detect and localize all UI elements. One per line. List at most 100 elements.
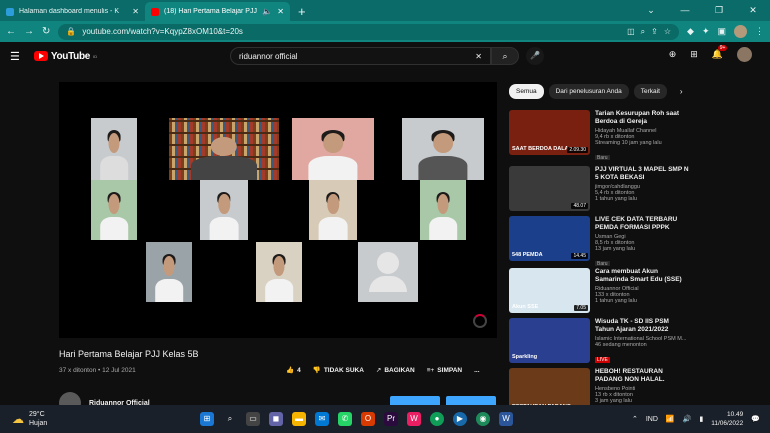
notifications-bell-icon[interactable]: 🔔 9+: [712, 45, 728, 60]
search-icon[interactable]: ⌕: [223, 412, 237, 426]
menu-kebab-icon[interactable]: ⋮: [755, 26, 764, 37]
speaker-icon[interactable]: 🔈: [262, 7, 272, 16]
upload-date: 12 Jul 2021: [102, 367, 136, 374]
recommendation-item[interactable]: 548 PEMDA 14.45 LIVE CEK DATA TERBARU PE…: [509, 216, 689, 266]
video-thumbnail[interactable]: SAAT BERDOA DALA 2.09.30: [509, 110, 590, 155]
like-button[interactable]: 👍 4: [286, 366, 301, 374]
task-view-icon[interactable]: ▭: [246, 412, 260, 426]
close-tab-icon[interactable]: ✕: [277, 7, 284, 16]
sidebar-icon[interactable]: ▣: [717, 26, 726, 37]
filter-chips: Semua Dari penelusuran Anda Terkait ›: [509, 84, 683, 99]
like-count: 4: [297, 367, 301, 374]
zoom-icon[interactable]: ⌕: [641, 27, 645, 37]
participant-tile: [169, 118, 279, 180]
recommendation-item[interactable]: SAAT BERDOA DALA 2.09.30 Tarian Kesurupa…: [509, 110, 689, 160]
chat-icon[interactable]: ◼: [269, 412, 283, 426]
recommendation-title[interactable]: LIVE CEK DATA TERBARU PEMDA FORMASI PPPK…: [595, 216, 689, 232]
battery-icon[interactable]: ▮: [699, 415, 703, 423]
save-button[interactable]: ≡+ SIMPAN: [427, 367, 462, 374]
extension-icon[interactable]: ◆: [687, 26, 694, 37]
bookmark-star-icon[interactable]: ☆: [664, 27, 671, 36]
minimize-icon[interactable]: —: [668, 5, 702, 15]
tab-title: (18) Hari Pertama Belajar PJJ: [164, 8, 257, 15]
back-icon[interactable]: ←: [6, 26, 16, 37]
youtube-logo[interactable]: YouTube ID: [33, 51, 98, 62]
recommendation-extra: 3 jam yang lalu: [595, 398, 632, 404]
input-language[interactable]: IND: [646, 416, 658, 423]
recommendation-item[interactable]: Sparkling Wisuda TK - SD IIS PSM Tahun A…: [509, 318, 689, 368]
tab-search-icon[interactable]: ⌄: [634, 5, 668, 16]
hamburger-menu-icon[interactable]: ☰: [10, 50, 20, 63]
tab-youtube[interactable]: (18) Hari Pertama Belajar PJJ 🔈 ✕: [145, 2, 290, 21]
recommendation-item[interactable]: 48.07 PJJ VIRTUAL 3 MAPEL SMP N 5 KOTA B…: [509, 166, 689, 216]
recommendation-item[interactable]: Akun SSE 7.05 Cara membuat Akun Samarind…: [509, 268, 689, 318]
voice-search-icon[interactable]: 🎤: [526, 47, 544, 65]
share-icon[interactable]: ⇪: [651, 27, 658, 36]
dislike-label: TIDAK SUKA: [323, 367, 364, 374]
canva-icon[interactable]: W: [407, 412, 421, 426]
video-player[interactable]: [59, 82, 497, 338]
clock-date: 11/06/2022: [711, 420, 744, 427]
forward-icon[interactable]: →: [24, 26, 34, 37]
recommendation-info: LIVE CEK DATA TERBARU PEMDA FORMASI PPPK…: [595, 216, 689, 266]
user-placeholder-icon: [369, 252, 407, 292]
recommendation-badge: Baru: [595, 155, 610, 160]
video-thumbnail[interactable]: 48.07: [509, 166, 590, 211]
video-thumbnail[interactable]: Akun SSE 7.05: [509, 268, 590, 313]
search-input[interactable]: riduannor official ✕: [230, 47, 491, 65]
chip-related[interactable]: Terkait: [633, 84, 667, 99]
chevron-right-icon[interactable]: ›: [680, 87, 683, 96]
wifi-icon[interactable]: 📶: [666, 415, 675, 423]
video-thumbnail[interactable]: Sparkling: [509, 318, 590, 363]
apps-grid-icon[interactable]: ⊞: [690, 49, 698, 60]
recommendation-title[interactable]: HEBOH! RESTAURAN PADANG NON HALAL. MENUN…: [595, 368, 689, 384]
video-thumbnail[interactable]: 548 PEMDA 14.45: [509, 216, 590, 261]
blog-favicon-icon: [6, 7, 14, 16]
loading-spinner-icon: [473, 314, 487, 328]
recommendation-title[interactable]: Cara membuat Akun Samarinda Smart Edu (S…: [595, 268, 689, 284]
office-icon[interactable]: O: [361, 412, 375, 426]
recommendation-stats: 46 sedang menonton: [595, 342, 647, 348]
chip-from-search[interactable]: Dari penelusuran Anda: [548, 84, 629, 99]
address-bar[interactable]: 🔒 youtube.com/watch?v=KqypZ8xOM10&t=20s …: [58, 23, 680, 40]
word-icon[interactable]: W: [499, 412, 513, 426]
file-explorer-icon[interactable]: ▬: [292, 412, 306, 426]
recommendation-title[interactable]: PJJ VIRTUAL 3 MAPEL SMP N 5 KOTA BEKASI: [595, 166, 689, 182]
edge-icon[interactable]: ◉: [476, 412, 490, 426]
create-video-icon[interactable]: ⊕: [669, 49, 677, 60]
recommendation-title[interactable]: Tarian Kesurupan Roh saat Berdoa di Gere…: [595, 110, 689, 126]
zoom-app-icon[interactable]: ▶: [453, 412, 467, 426]
clear-search-icon[interactable]: ✕: [475, 52, 482, 61]
more-actions-button[interactable]: ...: [474, 367, 479, 374]
mail-icon[interactable]: ✉: [315, 412, 329, 426]
logo-country: ID: [93, 53, 98, 59]
chrome-icon[interactable]: ●: [430, 412, 444, 426]
start-icon[interactable]: ⊞: [200, 412, 214, 426]
search-button[interactable]: ⌕: [491, 47, 519, 65]
weather-widget[interactable]: ☁ 29°C Hujan: [0, 410, 200, 428]
participant-tile: [91, 118, 137, 180]
close-window-icon[interactable]: ✕: [736, 5, 770, 16]
tab-dashboard[interactable]: Halaman dashboard menulis - K ✕: [0, 2, 145, 21]
restore-icon[interactable]: ❐: [702, 5, 736, 16]
new-tab-button[interactable]: +: [290, 4, 314, 21]
youtube-header: ☰ YouTube ID riduannor official ✕ ⌕ 🎤 ⊕ …: [0, 42, 770, 70]
whatsapp-icon[interactable]: ✆: [338, 412, 352, 426]
clock[interactable]: 10.49 11/06/2022: [711, 410, 743, 428]
reload-icon[interactable]: ↻: [42, 26, 50, 37]
tray-chevron-icon[interactable]: ⌃: [632, 415, 638, 423]
premiere-icon[interactable]: Pr: [384, 412, 398, 426]
close-tab-icon[interactable]: ✕: [132, 7, 139, 16]
dislike-button[interactable]: 👎 TIDAK SUKA: [313, 366, 364, 374]
notification-badge: 9+: [717, 45, 728, 51]
chip-all[interactable]: Semua: [509, 84, 544, 99]
account-avatar[interactable]: [737, 47, 752, 62]
google-lens-icon[interactable]: ◫: [627, 27, 635, 36]
profile-avatar[interactable]: [734, 25, 747, 38]
puzzle-icon[interactable]: ✦: [702, 26, 710, 37]
notification-center-icon[interactable]: 💬: [751, 415, 760, 423]
recommendation-title[interactable]: Wisuda TK - SD IIS PSM Tahun Ajaran 2021…: [595, 318, 689, 334]
share-button[interactable]: ↗ BAGIKAN: [376, 366, 415, 374]
volume-icon[interactable]: 🔊: [683, 415, 692, 423]
recommendation-extra: 1 tahun yang lalu: [595, 298, 637, 304]
